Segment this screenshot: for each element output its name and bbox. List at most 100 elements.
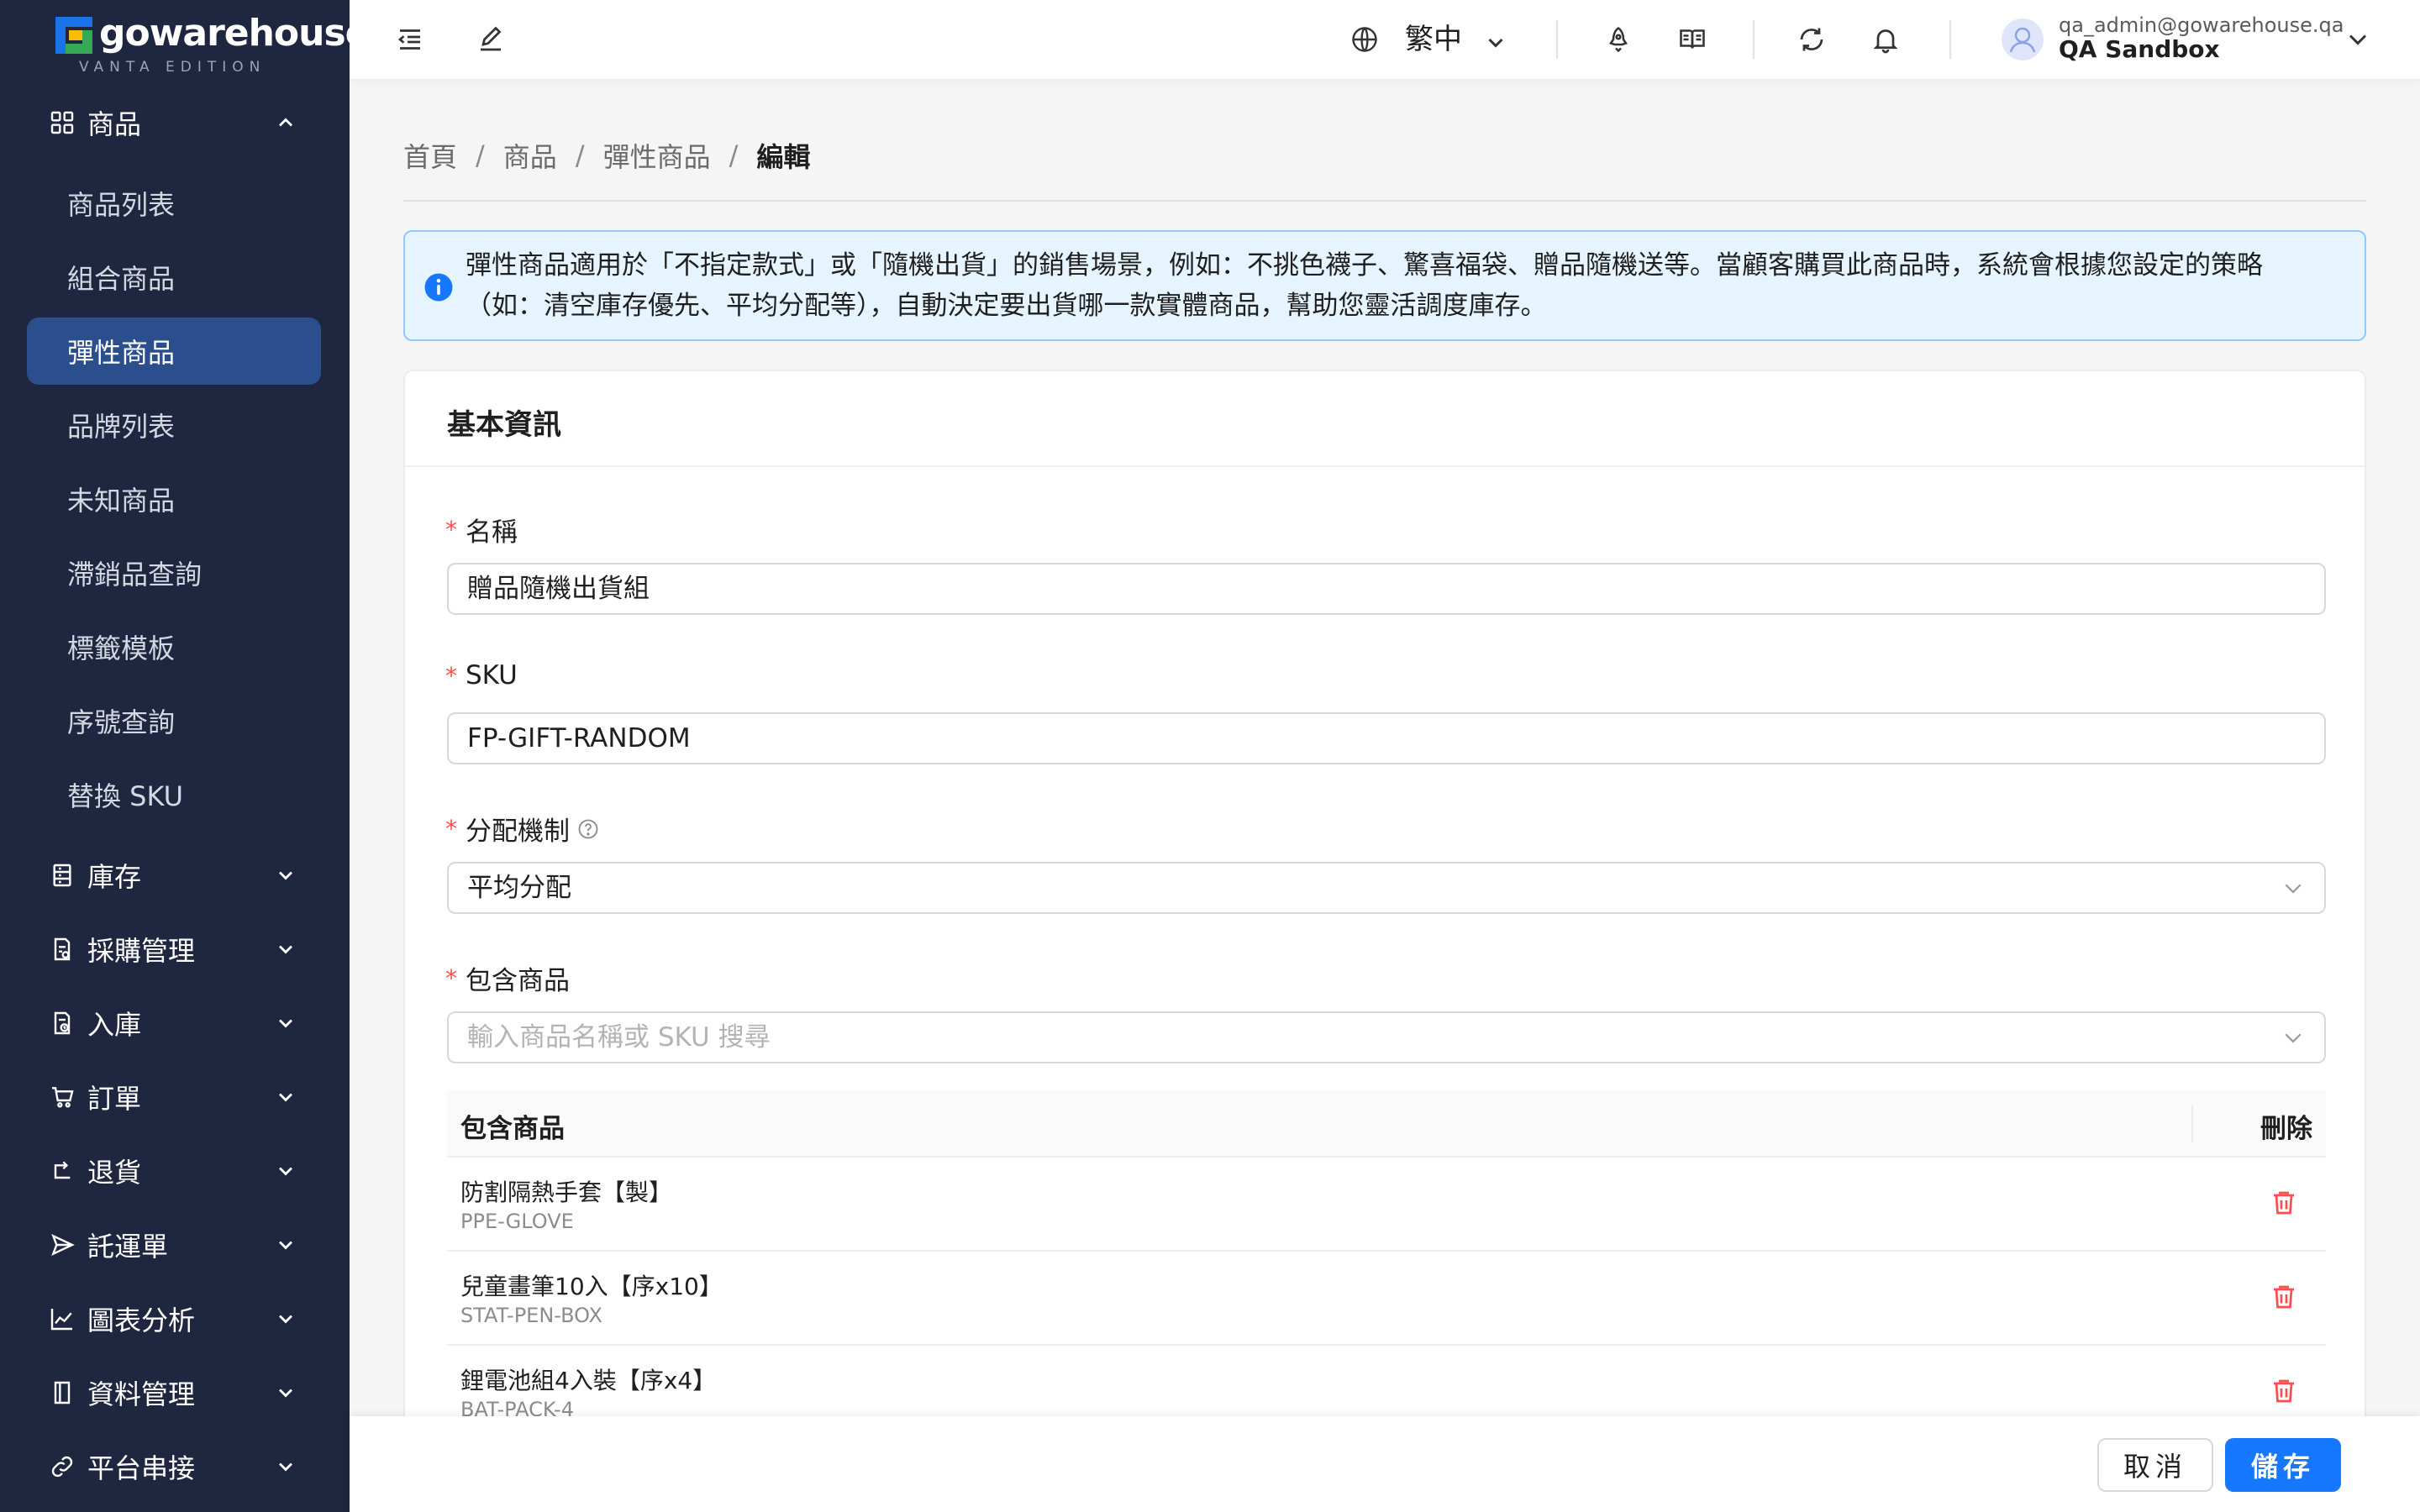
inventory-icon xyxy=(45,858,79,892)
avatar[interactable] xyxy=(2002,18,2044,60)
user-email: qa_admin@gowarehouse.qa xyxy=(2059,13,2344,37)
sidebar-group-integrations[interactable]: 平台串接 xyxy=(27,1437,323,1496)
save-button[interactable]: 儲存 xyxy=(2225,1438,2341,1492)
sidebar-group-inbound[interactable]: 入庫 xyxy=(27,994,323,1053)
allocation-select-value: 平均分配 xyxy=(467,873,571,903)
language-label: 繁中 xyxy=(1405,23,1462,56)
card-divider xyxy=(405,465,2365,467)
trash-icon xyxy=(2274,1379,2294,1403)
sidebar-group-inventory[interactable]: 庫存 xyxy=(27,846,323,905)
sidebar-item-brand-list[interactable]: 品牌列表 xyxy=(27,391,321,459)
breadcrumb-flexible-products[interactable]: 彈性商品 xyxy=(603,136,711,175)
product-sku: PPE-GLOVE xyxy=(460,1210,574,1233)
globe-icon[interactable] xyxy=(1346,21,1383,58)
trash-icon xyxy=(2274,1191,2294,1215)
name-input[interactable]: 贈品隨機出貨組 xyxy=(447,563,2326,615)
chevron-down-icon xyxy=(271,1304,301,1334)
section-title: 基本資訊 xyxy=(447,408,561,442)
delete-row-button[interactable] xyxy=(2267,1186,2301,1220)
sidebar-group-analytics[interactable]: 圖表分析 xyxy=(27,1289,323,1348)
sidebar-item-product-list[interactable]: 商品列表 xyxy=(27,170,321,237)
sidebar-group-label: 圖表分析 xyxy=(87,1305,196,1336)
header-divider xyxy=(1949,20,1951,59)
product-search-placeholder: 輸入商品名稱或 SKU 搜尋 xyxy=(467,1022,771,1053)
breadcrumb-home[interactable]: 首頁 xyxy=(403,136,457,175)
sidebar-group-purchasing[interactable]: 採購管理 xyxy=(27,920,323,979)
sidebar-group-label: 商品 xyxy=(87,108,142,140)
included-products-table: 包含商品 刪除 防割隔熱手套【製】 PPE-GLOVE 兒童畫筆10入【序x10… xyxy=(447,1090,2326,1440)
guide-book-icon[interactable] xyxy=(1674,21,1711,58)
sidebar-group-label: 退貨 xyxy=(87,1157,142,1189)
top-header: 繁中 qa_admin@gowarehouse.qa QA Sandbox xyxy=(350,0,2420,79)
sidebar-group-label: 入庫 xyxy=(87,1009,142,1041)
table-row: 防割隔熱手套【製】 PPE-GLOVE xyxy=(447,1158,2326,1252)
cart-icon xyxy=(45,1080,79,1114)
sidebar-group-returns[interactable]: 退貨 xyxy=(27,1142,323,1200)
trash-icon xyxy=(2274,1285,2294,1309)
sidebar-item-flexible-products[interactable]: 彈性商品 xyxy=(27,318,321,385)
sidebar-group-products[interactable]: 商品 xyxy=(27,93,323,152)
product-search-select[interactable]: 輸入商品名稱或 SKU 搜尋 xyxy=(447,1011,2326,1063)
breadcrumb-separator: / xyxy=(575,139,585,171)
brand-name: gowarehouse xyxy=(99,12,350,55)
included-products-label-text: 包含商品 xyxy=(466,966,570,996)
chevron-down-icon xyxy=(271,860,301,890)
return-icon xyxy=(45,1154,79,1188)
chevron-up-icon xyxy=(271,108,301,138)
action-footer: 取消 儲存 xyxy=(350,1416,2420,1512)
name-label-text: 名稱 xyxy=(466,517,518,548)
header-divider xyxy=(1753,20,1754,59)
alert-message: 彈性商品適用於「不指定款式」或「隨機出貨」的銷售場景，例如：不挑色襪子、驚喜福袋… xyxy=(466,250,2263,321)
sku-input-value: FP-GIFT-RANDOM xyxy=(467,723,691,753)
column-header-delete: 刪除 xyxy=(2260,1114,2312,1144)
breadcrumb-current: 編輯 xyxy=(756,141,811,173)
sidebar-group-label: 訂單 xyxy=(87,1083,142,1115)
required-mark: * xyxy=(445,964,457,992)
edit-icon[interactable] xyxy=(472,21,509,58)
column-divider xyxy=(2191,1105,2193,1142)
required-mark: * xyxy=(445,661,457,690)
cancel-button[interactable]: 取消 xyxy=(2097,1438,2213,1492)
breadcrumb-products[interactable]: 商品 xyxy=(503,136,557,175)
delete-row-button[interactable] xyxy=(2267,1280,2301,1314)
sidebar-group-label: 庫存 xyxy=(87,861,142,893)
user-icon xyxy=(2009,27,2036,53)
chevron-down-icon[interactable] xyxy=(2339,21,2376,58)
purchase-icon xyxy=(45,932,79,966)
required-mark: * xyxy=(445,815,457,843)
sidebar-group-label: 採購管理 xyxy=(87,935,196,967)
inbound-icon xyxy=(45,1006,79,1040)
allocation-label: * 分配機制 xyxy=(445,810,600,848)
allocation-select[interactable]: 平均分配 xyxy=(447,862,2326,914)
sidebar-item-serial-lookup[interactable]: 序號查詢 xyxy=(27,687,321,754)
chevron-down-icon[interactable] xyxy=(1477,24,1514,60)
bell-icon[interactable] xyxy=(1867,21,1904,58)
name-label: * 名稱 xyxy=(445,511,518,549)
delete-row-button[interactable] xyxy=(2267,1374,2301,1408)
info-alert: 彈性商品適用於「不指定款式」或「隨機出貨」的銷售場景，例如：不挑色襪子、驚喜福袋… xyxy=(403,230,2366,341)
product-name: 兒童畫筆10入【序x10】 xyxy=(460,1273,723,1300)
sidebar-group-orders[interactable]: 訂單 xyxy=(27,1068,323,1126)
refresh-icon[interactable] xyxy=(1793,21,1830,58)
column-header-product: 包含商品 xyxy=(460,1114,565,1144)
rocket-icon[interactable] xyxy=(1600,21,1637,58)
sidebar-group-shipping[interactable]: 託運單 xyxy=(27,1215,323,1274)
sidebar-item-replace-sku[interactable]: 替換 SKU xyxy=(27,761,321,828)
logo-mark-icon xyxy=(55,17,92,54)
question-circle-icon[interactable] xyxy=(576,817,600,841)
breadcrumb: 首頁 / 商品 / 彈性商品 / 編輯 xyxy=(403,136,810,175)
sidebar-item-unknown-products[interactable]: 未知商品 xyxy=(27,465,321,533)
table-header: 包含商品 刪除 xyxy=(447,1090,2326,1158)
sku-input[interactable]: FP-GIFT-RANDOM xyxy=(447,712,2326,764)
brand-logo[interactable]: gowarehouse VANTA EDITION xyxy=(55,12,350,76)
included-products-label: * 包含商品 xyxy=(445,959,570,997)
chevron-down-icon xyxy=(271,1378,301,1408)
sidebar-group-data-management[interactable]: 資料管理 xyxy=(27,1363,323,1422)
sidebar-item-label-templates[interactable]: 標籤模板 xyxy=(27,613,321,680)
allocation-label-text: 分配機制 xyxy=(466,816,570,847)
menu-fold-icon[interactable] xyxy=(392,21,429,58)
basic-info-card: 基本資訊 * 名稱 贈品隨機出貨組 * SKU FP-GIFT-RANDOM *… xyxy=(403,370,2366,1512)
sidebar-item-slow-moving[interactable]: 滯銷品查詢 xyxy=(27,539,321,606)
sidebar-item-bundle-products[interactable]: 組合商品 xyxy=(27,244,321,311)
language-selector[interactable]: 繁中 xyxy=(1405,18,1462,60)
